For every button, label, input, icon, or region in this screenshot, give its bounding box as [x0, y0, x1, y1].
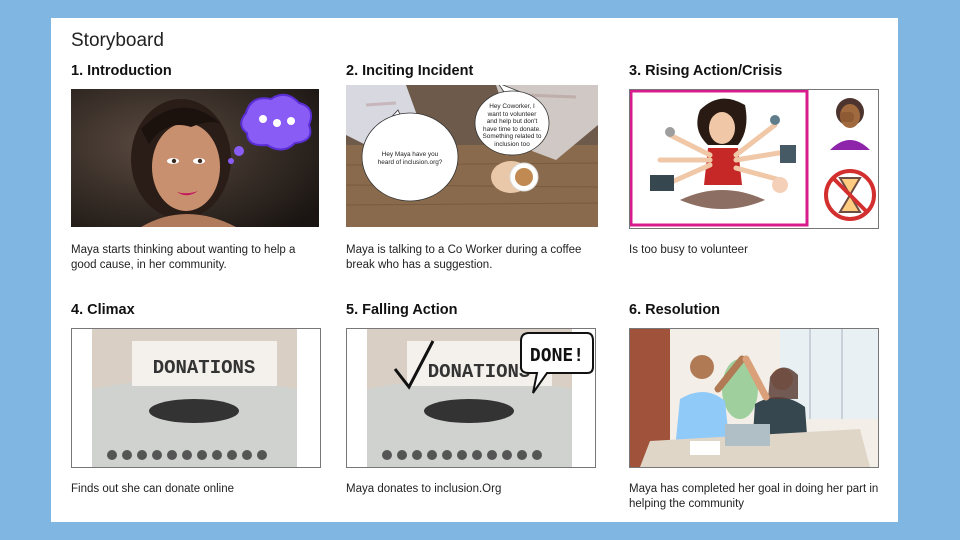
- panel-climax: 4. Climax DONATIONS Finds out she can do…: [71, 302, 321, 495]
- panel-heading: 5. Falling Action: [346, 302, 458, 318]
- panel-inciting-incident: 2. Inciting Incident Hey Maya have you h…: [346, 63, 598, 271]
- panel-rising-action: 3. Rising Action/Crisis Is too busy to v…: [629, 63, 879, 256]
- page-title: Storyboard: [71, 30, 164, 51]
- panel-heading: 2. Inciting Incident: [346, 63, 474, 79]
- panel-heading: 1. Introduction: [71, 63, 172, 79]
- speech-bubble-right: Hey Coworker, I want to volunteer and he…: [482, 103, 542, 148]
- coffee-conversation-image: Hey Maya have you heard of inclusion.org…: [346, 85, 598, 227]
- introduction-image: [71, 89, 319, 227]
- panel-heading: 3. Rising Action/Crisis: [629, 63, 783, 79]
- panel-caption: Is too busy to volunteer: [629, 244, 748, 256]
- donations-sign: DONATIONS: [153, 357, 256, 379]
- panel-introduction: 1. Introduction Maya starts thinking abo…: [71, 63, 321, 271]
- panel-heading: 4. Climax: [71, 302, 135, 318]
- panel-caption: Finds out she can donate online: [71, 483, 235, 495]
- panel-caption: Maya is talking to a Co Worker during a …: [346, 244, 582, 271]
- panel-heading: 6. Resolution: [629, 302, 721, 318]
- panel-caption: Maya donates to inclusion.Org: [346, 483, 502, 495]
- done-stamp: DONE!: [530, 345, 584, 366]
- panel-caption: Maya starts thinking about wanting to he…: [71, 244, 296, 271]
- speech-bubble-left: Hey Maya have you heard of inclusion.org…: [377, 151, 443, 166]
- panel-falling-action: 5. Falling Action DONATIONS DONE! Maya d…: [346, 302, 596, 495]
- donations-typewriter-image: DONATIONS: [71, 328, 321, 468]
- donation-done-image: DONATIONS DONE!: [346, 328, 596, 468]
- panel-resolution: 6. Resolution Maya has completed her goa…: [629, 302, 879, 510]
- panel-caption: Maya has completed her goal in doing her…: [629, 483, 879, 510]
- high-five-image: [629, 328, 879, 468]
- storyboard-slide: Storyboard 1. Introduction Maya starts t…: [51, 18, 898, 522]
- donations-sign: DONATIONS: [428, 361, 531, 383]
- busy-woman-image: [629, 89, 879, 229]
- no-time-hourglass-icon: [824, 169, 876, 221]
